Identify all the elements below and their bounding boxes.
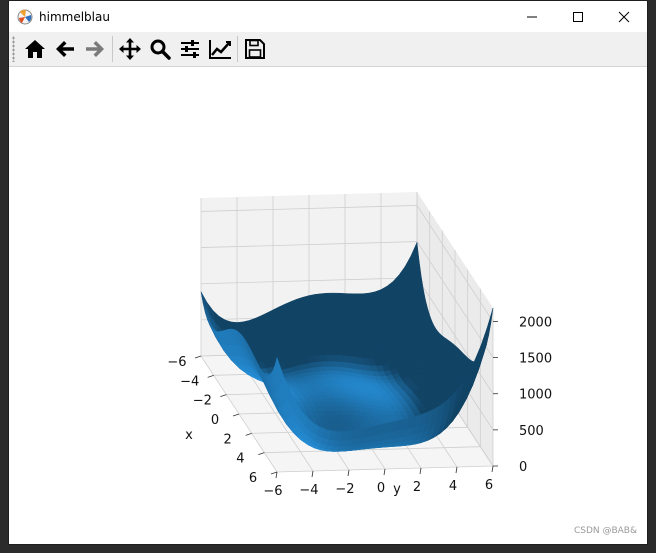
- y-tick-mark: [383, 468, 386, 476]
- figure-window: himmelblau −6 −4 −2 0 2 4 6 −6 −4 −2 0 2…: [8, 0, 648, 545]
- y-tick-mark: [347, 469, 350, 477]
- floppy-disk-icon: [245, 39, 265, 59]
- toolbar-separator: [112, 36, 113, 62]
- y-tick-label: −6: [263, 484, 282, 499]
- close-icon: [618, 11, 630, 22]
- x-tick-mark: [194, 355, 202, 359]
- watermark: CSDN @BAB&: [573, 526, 637, 536]
- z-tick-label: 0: [519, 460, 527, 475]
- x-tick-label: 6: [249, 471, 257, 486]
- y-tick-mark: [419, 467, 422, 475]
- arrow-right-icon: [86, 41, 104, 57]
- forward-button[interactable]: [80, 34, 110, 64]
- x-tick-mark: [232, 413, 240, 417]
- y-tick-label: −2: [335, 482, 354, 497]
- figure-canvas[interactable]: −6 −4 −2 0 2 4 6 −6 −4 −2 0 2 4 6 0 500 1000 1500 2000 x y: [9, 66, 647, 544]
- back-button[interactable]: [50, 34, 80, 64]
- y-tick-label: −4: [299, 483, 318, 498]
- arrow-left-icon: [56, 41, 74, 57]
- x-tick-label: −2: [193, 394, 212, 409]
- x-tick-mark: [207, 374, 214, 378]
- zoom-button[interactable]: [145, 34, 175, 64]
- y-tick-mark: [275, 471, 278, 479]
- y-tick-label: 2: [413, 480, 421, 495]
- move-icon: [119, 38, 141, 60]
- edit-axes-button[interactable]: [205, 34, 235, 64]
- y-tick-label: 0: [377, 481, 385, 496]
- z-tick-label: 1500: [519, 352, 552, 367]
- matplotlib-logo-icon: [17, 9, 33, 24]
- z-tick-label: 1000: [519, 388, 552, 403]
- home-button[interactable]: [20, 34, 50, 64]
- z-tick-label: 500: [519, 424, 544, 439]
- y-tick-label: 6: [485, 478, 493, 493]
- y-axis-label: y: [393, 482, 401, 497]
- x-tick-label: 2: [224, 432, 232, 447]
- close-button[interactable]: [601, 1, 647, 32]
- toolbar-separator: [237, 36, 238, 62]
- y-tick-mark: [455, 466, 458, 474]
- toolbar-grip[interactable]: [12, 36, 15, 62]
- x-tick-mark: [270, 471, 278, 475]
- line-chart-icon: [209, 40, 231, 59]
- minimize-button[interactable]: [509, 1, 555, 32]
- x-tick-label: −4: [180, 374, 199, 389]
- window-title: himmelblau: [39, 9, 110, 24]
- x-tick-mark: [220, 394, 227, 398]
- y-tick-mark: [311, 470, 314, 478]
- maximize-button[interactable]: [555, 1, 601, 32]
- x-tick-mark: [258, 452, 265, 456]
- save-button[interactable]: [240, 34, 270, 64]
- sliders-icon: [181, 40, 199, 58]
- y-tick-mark: [491, 465, 494, 473]
- x-tick-label: 4: [236, 452, 244, 467]
- pan-button[interactable]: [115, 34, 145, 64]
- y-tick-label: 4: [449, 479, 457, 494]
- x-tick-label: 0: [211, 413, 219, 428]
- magnifier-icon: [150, 39, 171, 60]
- navigation-toolbar: [9, 32, 647, 67]
- minimize-icon: [527, 16, 537, 17]
- home-icon: [25, 40, 45, 58]
- title-bar[interactable]: himmelblau: [9, 1, 647, 32]
- maximize-icon: [573, 11, 583, 22]
- z-tick-label: 2000: [519, 315, 552, 330]
- configure-subplots-button[interactable]: [175, 34, 205, 64]
- x-axis-label: x: [185, 428, 193, 443]
- x-tick-mark: [245, 432, 252, 436]
- x-tick-label: −6: [167, 355, 186, 370]
- surface-plot-3d[interactable]: −6−4−20246−6 −4 −2 0 2 4 60500100015002000xy: [9, 66, 647, 544]
